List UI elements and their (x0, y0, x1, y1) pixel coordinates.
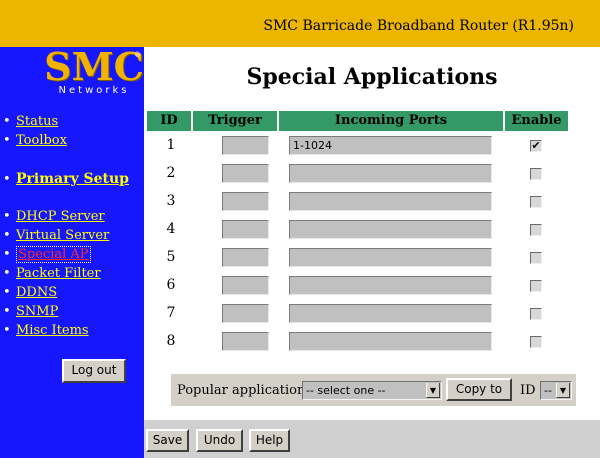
nav-link-misc-items[interactable]: Misc Items (16, 323, 89, 338)
bullet-icon: • (3, 285, 11, 300)
popular-applications-select[interactable]: -- select one -- ▼ (302, 381, 442, 400)
incoming-ports-input[interactable] (289, 248, 492, 267)
nav-link-virtual-server[interactable]: Virtual Server (16, 228, 109, 243)
row-id: 2 (166, 165, 176, 181)
nav-item-misc-items[interactable]: • Misc Items (3, 323, 89, 338)
column-header-enable: Enable (505, 111, 568, 131)
bullet-icon: • (3, 114, 11, 129)
trigger-input[interactable] (222, 164, 269, 183)
enable-checkbox[interactable] (530, 224, 542, 236)
nav-link-ddns[interactable]: DDNS (16, 285, 57, 300)
column-header-incoming-ports: Incoming Ports (279, 111, 503, 131)
nav-item-packet-filter[interactable]: • Packet Filter (3, 266, 101, 281)
header-bar: SMC Barricade Broadband Router (R1.95n) (0, 0, 600, 47)
nav-link-toolbox[interactable]: Toolbox (16, 133, 67, 148)
nav-link-status[interactable]: Status (16, 114, 58, 129)
trigger-input[interactable] (222, 276, 269, 295)
logo-subtext: Networks (58, 85, 130, 96)
incoming-ports-input[interactable]: 1-1024 (289, 136, 492, 155)
trigger-input[interactable] (222, 248, 269, 267)
nav-item-virtual-server[interactable]: • Virtual Server (3, 228, 109, 243)
incoming-ports-input[interactable] (289, 276, 492, 295)
row-id: 3 (166, 193, 176, 209)
trigger-input[interactable] (222, 192, 269, 211)
save-button[interactable]: Save (146, 429, 189, 452)
incoming-ports-input[interactable] (289, 220, 492, 239)
enable-checkbox[interactable] (530, 336, 542, 348)
router-title: SMC Barricade Broadband Router (R1.95n) (263, 18, 574, 34)
bullet-icon: • (3, 228, 11, 243)
trigger-input[interactable] (222, 136, 269, 155)
row-id: 6 (166, 277, 176, 293)
bullet-icon: • (3, 133, 11, 148)
bullet-icon: • (3, 172, 11, 187)
bullet-icon: • (3, 304, 11, 319)
row-id: 4 (166, 221, 176, 237)
id-select-value: -- (544, 384, 552, 397)
nav-item-special-ap[interactable]: • Special AP (3, 246, 91, 263)
incoming-ports-input[interactable] (289, 192, 492, 211)
trigger-input[interactable] (222, 220, 269, 239)
trigger-input[interactable] (222, 304, 269, 323)
logout-button[interactable]: Log out (62, 359, 126, 383)
id-select[interactable]: -- ▼ (540, 381, 572, 400)
enable-checkbox[interactable] (530, 280, 542, 292)
nav-link-special-ap[interactable]: Special AP (16, 246, 91, 263)
chevron-down-icon[interactable]: ▼ (426, 383, 440, 398)
enable-checkbox[interactable] (530, 252, 542, 264)
nav-item-dhcp-server[interactable]: • DHCP Server (3, 209, 105, 224)
nav-item-snmp[interactable]: • SNMP (3, 304, 58, 319)
nav-item-ddns[interactable]: • DDNS (3, 285, 57, 300)
chevron-down-icon[interactable]: ▼ (556, 383, 570, 398)
popular-applications-label: Popular applications (177, 383, 312, 398)
popular-applications-panel: Popular applications -- select one -- ▼ … (171, 374, 576, 406)
column-header-id: ID (147, 111, 191, 131)
incoming-ports-input[interactable] (289, 304, 492, 323)
incoming-ports-input[interactable] (289, 164, 492, 183)
nav-link-packet-filter[interactable]: Packet Filter (16, 266, 101, 281)
page-title: Special Applications (246, 64, 498, 90)
bullet-icon: • (3, 266, 11, 281)
enable-checkbox[interactable] (530, 308, 542, 320)
copy-to-button[interactable]: Copy to (446, 378, 512, 401)
nav-item-toolbox[interactable]: • Toolbox (3, 133, 67, 148)
nav-item-primary-setup[interactable]: • Primary Setup (3, 171, 129, 187)
popular-select-value: -- select one -- (306, 384, 386, 397)
row-id: 7 (166, 305, 176, 321)
nav-link-primary-setup[interactable]: Primary Setup (16, 171, 129, 187)
smc-logo: SMC Networks ® (44, 44, 144, 97)
help-button[interactable]: Help (249, 429, 290, 452)
trigger-input[interactable] (222, 332, 269, 351)
column-header-trigger: Trigger (193, 111, 277, 131)
enable-checkbox[interactable]: ✔ (530, 140, 542, 152)
undo-button[interactable]: Undo (196, 429, 243, 452)
nav-item-status[interactable]: • Status (3, 114, 58, 129)
registered-mark: ® (134, 51, 141, 59)
nav-link-dhcp-server[interactable]: DHCP Server (16, 209, 105, 224)
row-id: 5 (166, 249, 176, 265)
incoming-ports-input[interactable] (289, 332, 492, 351)
bullet-icon: • (3, 209, 11, 224)
nav-link-snmp[interactable]: SNMP (16, 304, 58, 319)
bullet-icon: • (3, 323, 11, 338)
logo-text: SMC (44, 44, 144, 89)
enable-checkbox[interactable] (530, 168, 542, 180)
row-id: 1 (166, 137, 176, 153)
id-label: ID (520, 383, 536, 398)
row-id: 8 (166, 333, 176, 349)
bullet-icon: • (3, 247, 11, 262)
enable-checkbox[interactable] (530, 196, 542, 208)
